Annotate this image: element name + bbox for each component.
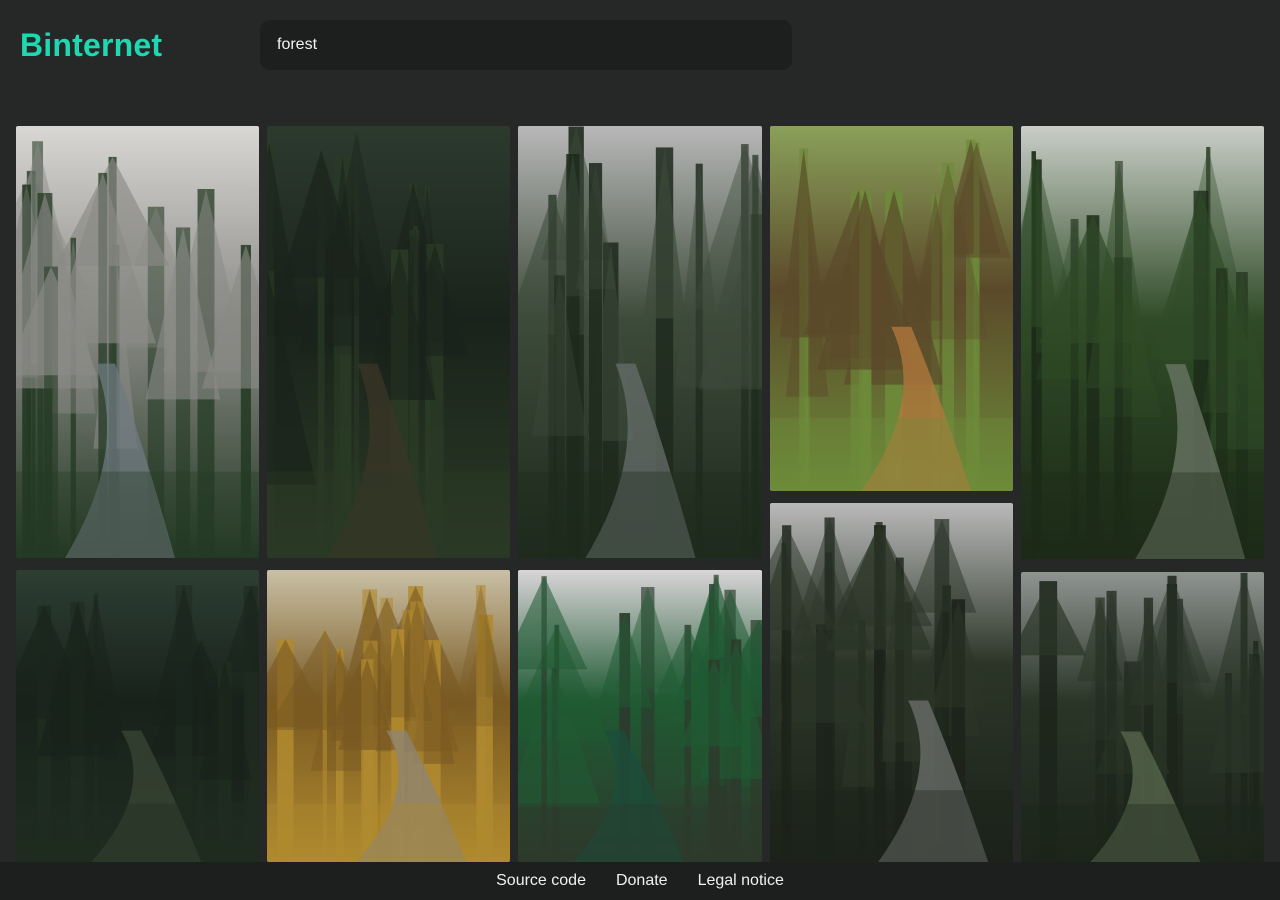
image-autumn-forest-creek <box>267 570 510 862</box>
image-dark-conifer-forest <box>16 570 259 862</box>
legal-notice-link[interactable]: Legal notice <box>698 862 784 900</box>
footer: Source code Donate Legal notice <box>0 862 1280 900</box>
donate-link[interactable]: Donate <box>616 862 668 900</box>
result-tile-6[interactable] <box>16 570 259 862</box>
image-emerald-river-canyon <box>518 570 762 862</box>
image-results-grid <box>0 0 1280 900</box>
image-forest-stream-cloudy <box>518 126 762 558</box>
result-tile-5[interactable] <box>1021 126 1264 559</box>
image-cloudy-valley-stream <box>770 503 1013 862</box>
image-sunlit-pine-trail <box>770 126 1013 491</box>
result-tile-1[interactable] <box>16 126 259 558</box>
result-tile-3[interactable] <box>518 126 762 558</box>
image-foggy-fallen-tree-forest <box>1021 572 1264 862</box>
result-tile-2[interactable] <box>267 126 510 558</box>
result-tile-7[interactable] <box>267 570 510 862</box>
image-mossy-arch-tree-creek <box>1021 126 1264 559</box>
image-dark-misty-forest-path <box>267 126 510 558</box>
result-tile-9[interactable] <box>770 503 1013 862</box>
result-tile-4[interactable] <box>770 126 1013 491</box>
app-root: Binternet Source code Donate Legal notic… <box>0 0 1280 900</box>
result-tile-10[interactable] <box>1021 572 1264 862</box>
image-mountain-river-forest <box>16 126 259 558</box>
source-code-link[interactable]: Source code <box>496 862 586 900</box>
result-tile-8[interactable] <box>518 570 762 862</box>
